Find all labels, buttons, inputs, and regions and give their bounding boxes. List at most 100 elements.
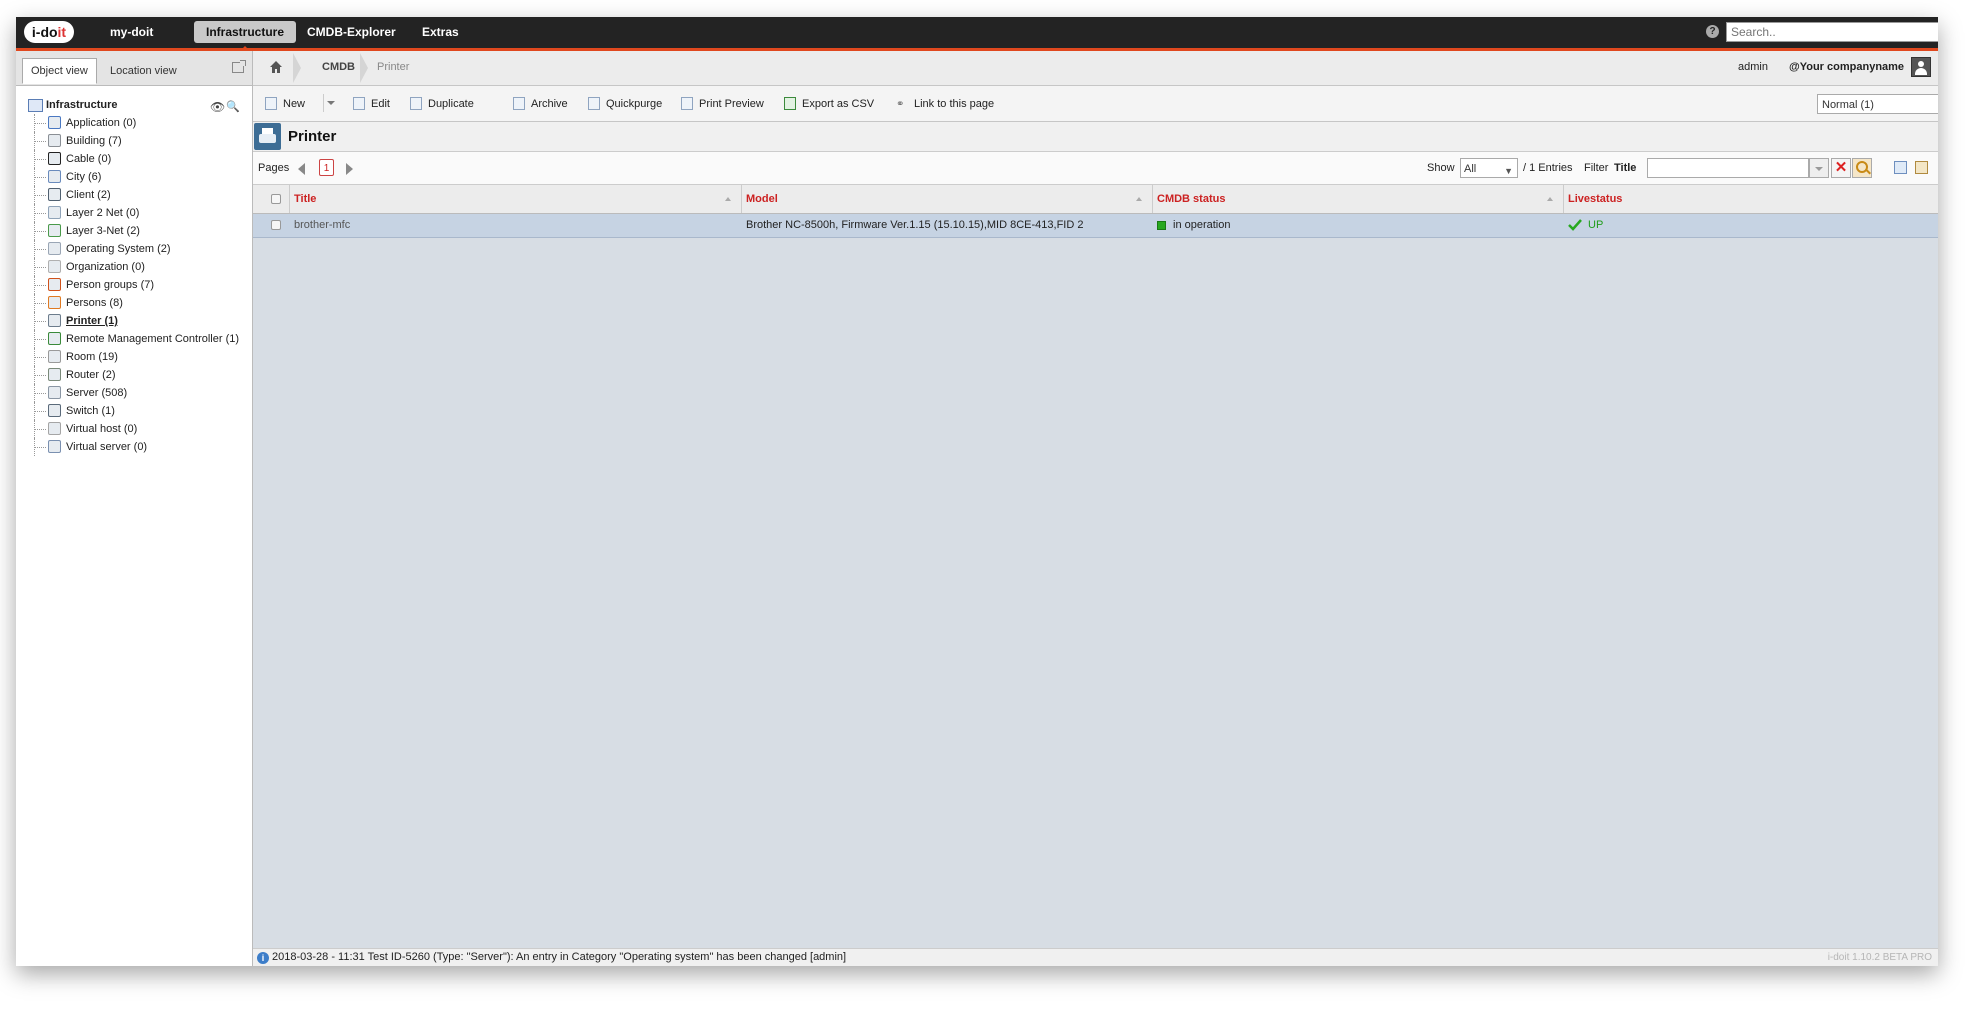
sidebar-item-city[interactable]: City (6) (26, 168, 252, 186)
object-type-icon (48, 134, 61, 147)
sidebar-item-organization[interactable]: Organization (0) (26, 258, 252, 276)
sidebar-item-label: Server (508) (66, 387, 128, 399)
home-icon[interactable] (269, 60, 283, 74)
livestatus-text: UP (1588, 219, 1604, 231)
show-entries-value: All (1464, 163, 1477, 175)
sidebar-item-room[interactable]: Room (19) (26, 348, 252, 366)
object-type-icon (48, 278, 61, 291)
new-label: New (283, 98, 306, 110)
column-header-livestatus[interactable]: Livestatus (1564, 185, 1938, 213)
sort-icon (1136, 197, 1142, 201)
select-all-checkbox[interactable] (271, 194, 281, 204)
sidebar-item-server[interactable]: Server (508) (26, 384, 252, 402)
sidebar-item-router[interactable]: Router (2) (26, 366, 252, 384)
printer-icon (681, 97, 693, 110)
column-header-title[interactable]: Title (290, 185, 742, 213)
previous-page-icon[interactable] (298, 163, 305, 175)
object-tree: Infrastructure 👁 🔍 Application (0) Buildi… (26, 96, 252, 456)
filter-field-label: Title (1614, 162, 1637, 174)
print-preview-button[interactable]: Print Preview (679, 96, 764, 112)
sidebar-item-persons[interactable]: Persons (8) (26, 294, 252, 312)
left-panel-tabs: Object view Location view (16, 51, 252, 86)
archive-icon (513, 97, 525, 110)
object-type-icon (48, 386, 61, 399)
nav-extras[interactable]: Extras (410, 21, 471, 43)
archive-button[interactable]: Archive (511, 96, 568, 112)
row-checkbox[interactable] (271, 220, 281, 230)
nav-my-doit[interactable]: my-doit (98, 21, 165, 43)
filter-input[interactable] (1647, 158, 1809, 178)
sidebar-item-label: Operating System (2) (66, 243, 171, 255)
quickpurge-button[interactable]: Quickpurge (586, 96, 662, 112)
sidebar-item-application[interactable]: Application (0) (26, 114, 252, 132)
link-label: Link to this page (914, 98, 995, 110)
quickpurge-icon (588, 97, 600, 110)
sidebar-item-label: Router (2) (66, 369, 116, 381)
cell-model: Brother NC-8500h, Firmware Ver.1.15 (15.… (746, 219, 1084, 231)
sidebar-item-building[interactable]: Building (7) (26, 132, 252, 150)
breadcrumb-cmdb[interactable]: CMDB (322, 61, 355, 73)
columns-icon[interactable] (1894, 161, 1907, 174)
new-button[interactable]: New (263, 96, 305, 112)
entries-count: / 1 Entries (1523, 162, 1573, 174)
sidebar-item-operating-system[interactable]: Operating System (2) (26, 240, 252, 258)
breadcrumb-separator (360, 53, 368, 83)
sidebar-item-virtual-server[interactable]: Virtual server (0) (26, 438, 252, 456)
avatar[interactable] (1911, 57, 1931, 77)
sidebar-item-person-groups[interactable]: Person groups (7) (26, 276, 252, 294)
sort-icon (725, 197, 731, 201)
select-all-cell (253, 185, 290, 213)
sidebar-item-layer-2-net[interactable]: Layer 2 Net (0) (26, 204, 252, 222)
quickpurge-label: Quickpurge (606, 98, 663, 110)
tree-root-infrastructure[interactable]: Infrastructure 👁 🔍 (26, 96, 252, 114)
sidebar-item-switch[interactable]: Switch (1) (26, 402, 252, 420)
filter-dropdown-button[interactable] (1809, 158, 1829, 178)
sidebar-item-virtual-host[interactable]: Virtual host (0) (26, 420, 252, 438)
sidebar-item-layer-3-net[interactable]: Layer 3-Net (2) (26, 222, 252, 240)
sidebar-item-label: Remote Management Controller (1) (66, 333, 240, 345)
tab-object-view[interactable]: Object view (22, 58, 97, 84)
company-name[interactable]: @Your companyname (1789, 61, 1904, 73)
tab-location-view[interactable]: Location view (102, 59, 185, 83)
clear-filter-icon[interactable]: ✕ (1831, 158, 1851, 178)
sidebar-item-client[interactable]: Client (2) (26, 186, 252, 204)
new-dropdown-button[interactable] (323, 94, 336, 112)
column-header-model[interactable]: Model (742, 185, 1153, 213)
view-mode-select[interactable]: Normal (1) ▼ (1817, 94, 1938, 114)
page-number-button[interactable]: 1 (319, 159, 334, 176)
sidebar-item-printer[interactable]: Printer (1) (26, 312, 252, 330)
cell-title[interactable]: brother-mfc (290, 214, 742, 237)
nav-cmdb-explorer[interactable]: CMDB-Explorer (295, 21, 408, 43)
show-label: Show (1427, 162, 1455, 174)
nav-infrastructure[interactable]: Infrastructure (194, 21, 297, 51)
page-title: Printer (288, 128, 337, 145)
column-livestatus-label: Livestatus (1568, 193, 1623, 205)
info-icon: i (257, 952, 269, 964)
edit-button[interactable]: Edit (351, 96, 390, 112)
user-name[interactable]: admin (1738, 61, 1768, 73)
show-entries-select[interactable]: All ▼ (1460, 158, 1518, 178)
help-icon[interactable]: ? (1706, 25, 1719, 38)
table-row[interactable]: brother-mfc Brother NC-8500h, Firmware V… (253, 214, 1938, 238)
next-page-icon[interactable] (346, 163, 353, 175)
sidebar-item-label: Building (7) (66, 135, 122, 147)
popout-icon[interactable] (232, 60, 246, 73)
view-mode-value: Normal (1) (1822, 99, 1874, 111)
cmdb-status-text: in operation (1173, 219, 1231, 231)
archive-label: Archive (531, 98, 568, 110)
search-icon[interactable] (1852, 158, 1872, 178)
export-csv-button[interactable]: Export as CSV (782, 96, 874, 112)
sidebar-item-label: Persons (8) (66, 297, 123, 309)
cell-livestatus: UP (1564, 214, 1938, 237)
i-doit-logo[interactable]: i-doit (24, 21, 74, 43)
sidebar-item-cable[interactable]: Cable (0) (26, 150, 252, 168)
column-header-cmdb-status[interactable]: CMDB status (1153, 185, 1564, 213)
link-to-page-button[interactable]: ⚭ Link to this page (894, 96, 994, 112)
sidebar-item-remote-management-controller[interactable]: Remote Management Controller (1) (26, 330, 252, 348)
printer-icon (254, 123, 281, 150)
breadcrumb-separator (293, 53, 301, 83)
duplicate-button[interactable]: Duplicate (408, 96, 474, 112)
chevron-down-icon: ▼ (1504, 166, 1513, 176)
list-export-icon[interactable] (1915, 161, 1928, 174)
global-search-input[interactable] (1726, 22, 1938, 42)
